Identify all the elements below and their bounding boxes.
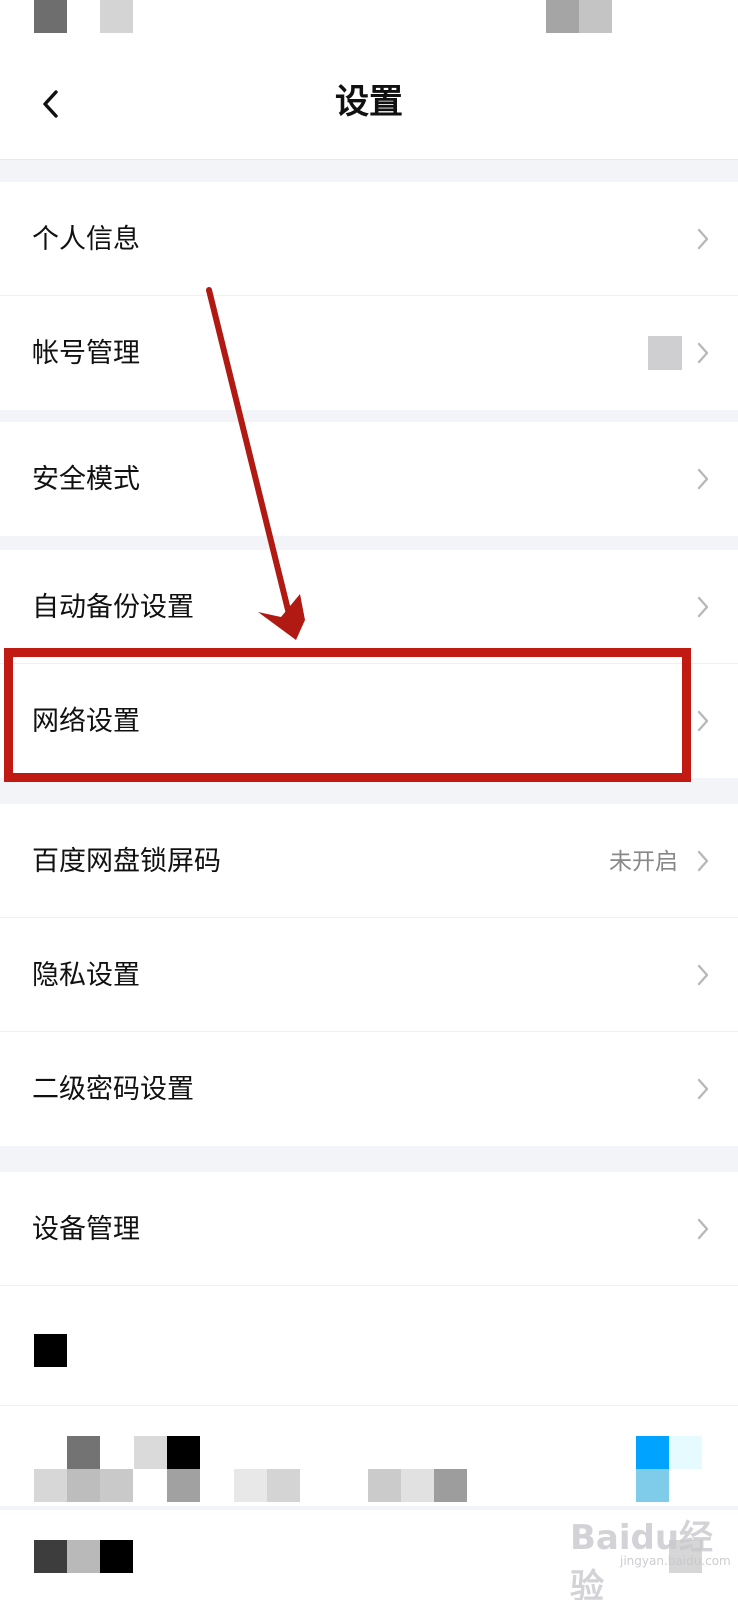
chevron-right-icon [697, 342, 709, 364]
settings-item-label: 自动备份设置 [32, 591, 194, 622]
obscured-pixel [669, 1436, 702, 1469]
obscured-pixel [34, 1540, 67, 1573]
settings-item-account-management[interactable]: 帐号管理 [0, 296, 738, 410]
section-gap [0, 160, 738, 182]
obscured-pixel [34, 1469, 67, 1502]
obscured-pixel [134, 1436, 167, 1469]
settings-item-device-management[interactable]: 设备管理 [0, 1172, 738, 1286]
settings-list: 个人信息 帐号管理 安全模式 自动备份设置 网络设置 百度网盘锁屏码 未开启 隐… [0, 160, 738, 1286]
settings-item-label: 个人信息 [32, 223, 140, 254]
section-gap [0, 536, 738, 550]
chevron-right-icon [697, 710, 709, 732]
chevron-right-icon [697, 468, 709, 490]
obscured-pixel [636, 1436, 669, 1469]
status-pixel [579, 0, 612, 33]
account-avatar-thumbnail [648, 336, 682, 370]
obscured-pixel [100, 1469, 133, 1502]
chevron-right-icon [697, 964, 709, 985]
obscured-pixel [368, 1469, 401, 1502]
settings-item-label: 网络设置 [32, 706, 140, 736]
settings-item-label: 百度网盘锁屏码 [32, 845, 221, 876]
watermark-url: jingyan.baidu.com [620, 1554, 731, 1568]
obscured-pixel [34, 1334, 67, 1367]
status-pixel [34, 0, 67, 33]
section-gap [0, 778, 738, 804]
settings-item-auto-backup[interactable]: 自动备份设置 [0, 550, 738, 664]
settings-item-label: 二级密码设置 [32, 1074, 194, 1104]
chevron-right-icon [697, 850, 709, 871]
settings-item-label: 设备管理 [32, 1213, 140, 1244]
settings-item-secondary-password[interactable]: 二级密码设置 [0, 1032, 738, 1146]
obscured-pixel [167, 1469, 200, 1502]
nav-bar: 设置 [0, 48, 738, 160]
obscured-pixel [67, 1469, 100, 1502]
settings-item-privacy[interactable]: 隐私设置 [0, 918, 738, 1032]
status-pixel [100, 0, 133, 33]
obscured-pixel [100, 1540, 133, 1573]
status-pixel [546, 0, 579, 33]
chevron-right-icon [697, 1218, 709, 1239]
obscured-pixel [434, 1469, 467, 1502]
chevron-right-icon [697, 228, 709, 249]
status-bar [0, 0, 738, 48]
lock-screen-status: 未开启 [609, 847, 678, 874]
section-gap [0, 410, 738, 422]
obscured-pixel [167, 1436, 200, 1469]
settings-item-label: 隐私设置 [32, 959, 140, 990]
settings-item-network[interactable]: 网络设置 [0, 664, 738, 778]
chevron-right-icon [697, 1078, 709, 1100]
obscured-pixel [401, 1469, 434, 1502]
obscured-pixel [67, 1540, 100, 1573]
page-title: 设置 [335, 83, 403, 121]
settings-item-label: 帐号管理 [32, 338, 140, 368]
settings-item-personal-info[interactable]: 个人信息 [0, 182, 738, 296]
obscured-pixel [234, 1469, 267, 1502]
chevron-right-icon [697, 596, 709, 617]
obscured-pixel [67, 1436, 100, 1469]
obscured-pixel [636, 1469, 669, 1502]
settings-item-safe-mode[interactable]: 安全模式 [0, 422, 738, 536]
settings-item-label: 安全模式 [32, 464, 140, 494]
obscured-pixel [267, 1469, 300, 1502]
obscured-divider [0, 1405, 738, 1406]
settings-item-lock-screen[interactable]: 百度网盘锁屏码 未开启 [0, 804, 738, 918]
section-gap [0, 1146, 738, 1172]
